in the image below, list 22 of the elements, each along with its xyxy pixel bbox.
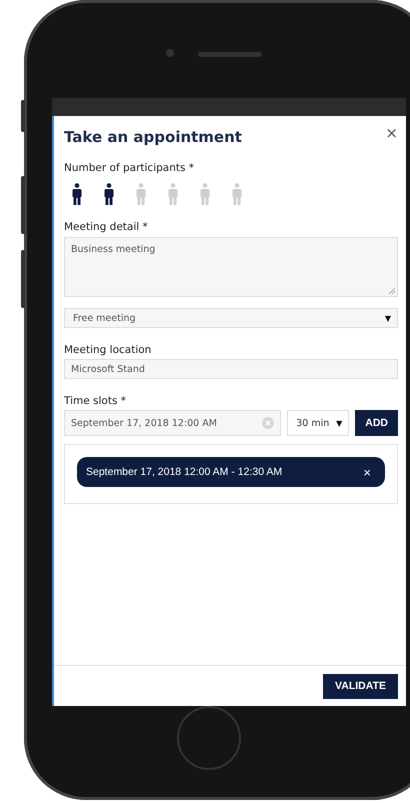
time-slots-label: Time slots * bbox=[64, 395, 126, 408]
person-icon[interactable] bbox=[104, 183, 114, 206]
meeting-location-field[interactable]: Microsoft Stand bbox=[64, 359, 398, 380]
time-slot-text: September 17, 2018 12:00 AM - 12:30 AM bbox=[86, 466, 282, 478]
participants-label: Number of participants * bbox=[64, 162, 194, 174]
meeting-location-label: Meeting location bbox=[64, 344, 152, 356]
home-button[interactable] bbox=[177, 706, 241, 770]
add-button[interactable]: ADD bbox=[355, 410, 398, 436]
close-button[interactable]: × bbox=[385, 126, 398, 142]
duration-select[interactable]: 30 min ▼ bbox=[287, 410, 350, 436]
person-icon[interactable] bbox=[72, 183, 82, 206]
meeting-detail-field[interactable]: Business meeting bbox=[64, 237, 398, 298]
meeting-type-select[interactable]: Free meeting ▼ bbox=[64, 308, 398, 328]
dialog-title: Take an appointment bbox=[64, 128, 242, 146]
speaker-slot bbox=[198, 52, 262, 57]
clear-icon[interactable] bbox=[262, 417, 274, 430]
date-field[interactable]: September 17, 2018 12:00 AM bbox=[64, 410, 282, 436]
remove-button[interactable]: × bbox=[363, 464, 371, 480]
camera-icon bbox=[166, 49, 174, 57]
resize-grip-icon[interactable] bbox=[388, 287, 395, 294]
meeting-detail-label: Meeting detail * bbox=[64, 221, 148, 234]
validate-button[interactable]: VALIDATE bbox=[323, 674, 398, 698]
